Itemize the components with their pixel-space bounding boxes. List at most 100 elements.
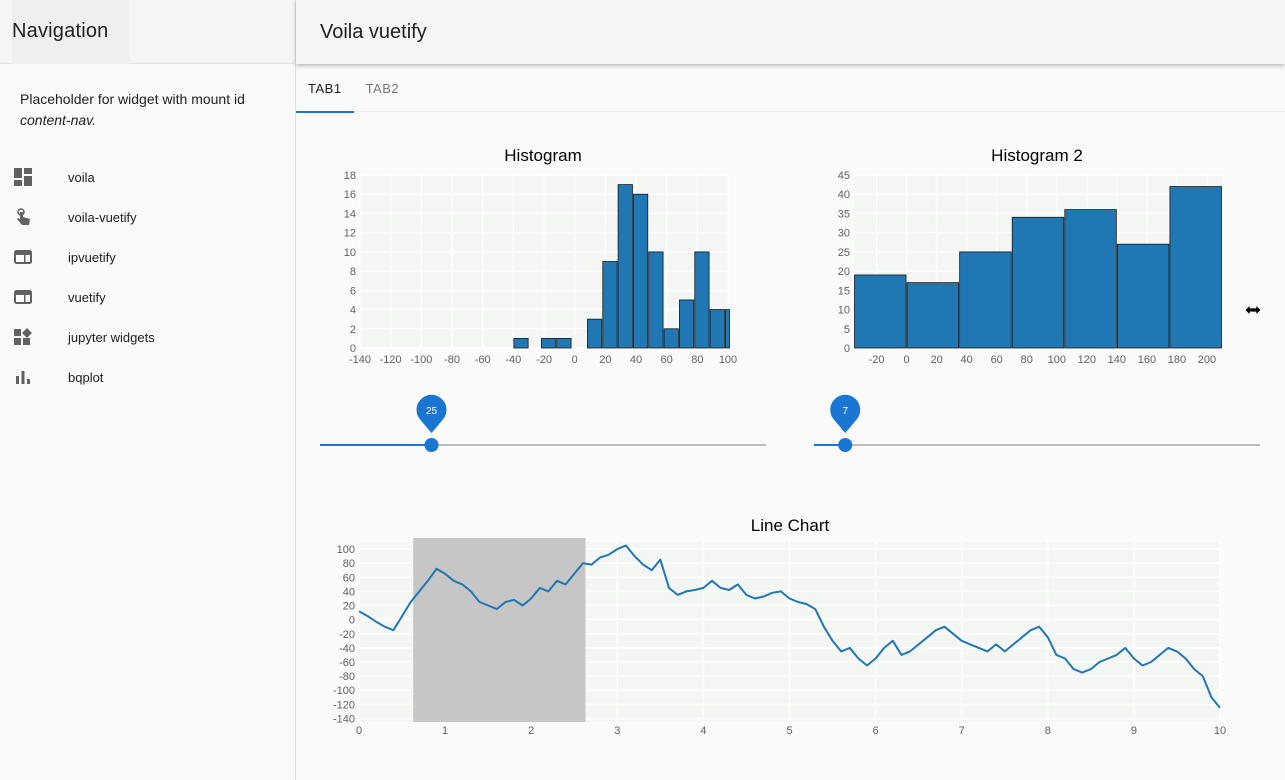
- x-tick-label: 8: [1045, 725, 1051, 737]
- histogram-bar: [694, 251, 710, 349]
- y-tick-label: 30: [838, 228, 850, 240]
- x-tick-label: 0: [904, 354, 910, 366]
- histogram-bar: [587, 318, 603, 349]
- histogram-chart[interactable]: -140 -120 -100 -80 -60 -40 -20 0 20 40 60 80 100 0 2 4 6…: [330, 165, 740, 375]
- x-tick-label: 60: [661, 354, 673, 366]
- histogram-bar: [1169, 186, 1222, 349]
- y-tick-label: 40: [343, 586, 355, 598]
- y-tick-label: 8: [350, 266, 356, 278]
- histogram-bar: [633, 193, 649, 349]
- nav-item-label: ipvuetify: [68, 249, 116, 265]
- y-tick-label: -60: [339, 657, 355, 669]
- nav-item-label: voila-vuetify: [68, 209, 137, 225]
- tab-2[interactable]: TAB2: [354, 64, 412, 112]
- histogram-bar: [556, 337, 572, 349]
- nav-item-label: voila: [68, 169, 95, 185]
- nav-item-bqplot[interactable]: bqplot: [0, 357, 295, 397]
- histogram-bar: [906, 282, 960, 349]
- x-tick-label: 10: [1214, 725, 1226, 737]
- sidebar-title-box: Navigation: [12, 0, 129, 64]
- y-tick-label: 35: [838, 208, 850, 220]
- x-tick-label: 40: [961, 354, 973, 366]
- y-tick-label: 12: [344, 228, 356, 240]
- histogram-bar: [1116, 243, 1170, 349]
- web-icon: [14, 248, 32, 266]
- y-tick-label: 15: [838, 285, 850, 297]
- y-tick-label: 45: [838, 170, 850, 182]
- widgets-icon: [14, 328, 32, 346]
- y-tick-label: 6: [350, 285, 356, 297]
- y-tick-label: 80: [343, 558, 355, 570]
- histogram-bar: [709, 309, 725, 349]
- y-tick-label: -120: [333, 699, 355, 711]
- y-tick-label: 14: [344, 208, 356, 220]
- app-bar: Voila vuetify: [296, 0, 1285, 64]
- histogram-bar: [617, 184, 633, 349]
- tab-1[interactable]: TAB1: [296, 64, 354, 113]
- x-tick-label: -120: [380, 354, 402, 366]
- y-tick-label: 100: [337, 544, 355, 556]
- histogram-2-title: Histogram 2: [991, 146, 1083, 165]
- x-tick-label: -140: [349, 354, 371, 366]
- nav-item-label: bqplot: [68, 369, 104, 385]
- sidebar-title: Navigation: [12, 20, 109, 42]
- x-tick-label: 120: [1078, 354, 1096, 366]
- x-tick-label: -40: [505, 354, 521, 366]
- histogram-bar: [679, 299, 695, 349]
- y-tick-label: -100: [333, 685, 355, 697]
- line-chart[interactable]: 0 1 2 3 4 5 6 7 8 9 10 100 80 60 40 20 0 -20 -40 -60 -80 -100…: [320, 538, 1235, 743]
- nav-item-voila[interactable]: voila: [0, 157, 295, 197]
- y-tick-label: 20: [343, 601, 355, 613]
- touch-app-icon: [14, 208, 32, 226]
- placeholder-text: Placeholder for widget with mount id: [20, 91, 245, 107]
- y-tick-label: -40: [339, 643, 355, 655]
- nav-item-voila-vuetify[interactable]: voila-vuetify: [0, 197, 295, 237]
- histogram-bar: [854, 274, 907, 349]
- x-tick-label: 160: [1138, 354, 1156, 366]
- histogram-bar: [541, 337, 557, 349]
- nav-item-label: jupyter widgets: [68, 329, 155, 345]
- histogram-2-bins-slider[interactable]: 7: [812, 394, 1262, 454]
- x-tick-label: 20: [599, 354, 611, 366]
- nav-item-jupyter-widgets[interactable]: jupyter widgets: [0, 317, 295, 357]
- nav-item-vuetify[interactable]: vuetify: [0, 277, 295, 317]
- y-tick-label: 18: [344, 170, 356, 182]
- x-tick-label: 4: [700, 725, 706, 737]
- app-title: Voila vuetify: [320, 20, 427, 43]
- histogram-bar: [663, 328, 679, 349]
- y-tick-label: -80: [339, 671, 355, 683]
- x-tick-label: 6: [873, 725, 879, 737]
- x-tick-label: -100: [410, 354, 432, 366]
- x-tick-label: 3: [614, 725, 620, 737]
- nav-item-ipvuetify[interactable]: ipvuetify: [0, 237, 295, 277]
- y-tick-label: 25: [838, 247, 850, 259]
- dashboard-icon: [14, 168, 32, 186]
- y-tick-label: -20: [339, 629, 355, 641]
- bar-chart-icon: [14, 368, 32, 386]
- histogram-bar: [602, 261, 618, 349]
- histogram-bar: [959, 251, 1012, 349]
- x-tick-label: 2: [528, 725, 534, 737]
- sidebar-header: Navigation: [0, 0, 295, 64]
- x-tick-label: 5: [786, 725, 792, 737]
- tab-bar: TAB1 TAB2: [296, 64, 1285, 113]
- x-tick-label: 80: [1021, 354, 1033, 366]
- x-tick-label: -60: [475, 354, 491, 366]
- y-tick-label: 20: [838, 266, 850, 278]
- y-tick-label: 40: [838, 189, 850, 201]
- histogram-bar: [648, 251, 664, 349]
- y-tick-label: 0: [844, 343, 850, 355]
- histogram-2-chart[interactable]: -20 0 20 40 60 80 100 120 140 160 180 200 0 5 10 15 20 25…: [820, 165, 1240, 375]
- x-tick-label: 0: [572, 354, 578, 366]
- content-nav-placeholder: Placeholder for widget with mount id con…: [0, 64, 295, 131]
- y-tick-label: 2: [350, 324, 356, 336]
- x-tick-label: 80: [691, 354, 703, 366]
- slider-value-label: 25: [426, 406, 438, 417]
- slider-value-label: 7: [842, 406, 848, 417]
- slider-thumb: [424, 438, 439, 452]
- histogram-bins-slider[interactable]: 25: [318, 394, 768, 454]
- web-icon: [14, 288, 32, 306]
- nav-list: voila voila-vuetify ipvuetify vuetify ju…: [0, 157, 295, 397]
- x-tick-label: 140: [1108, 354, 1126, 366]
- x-tick-label: -80: [444, 354, 460, 366]
